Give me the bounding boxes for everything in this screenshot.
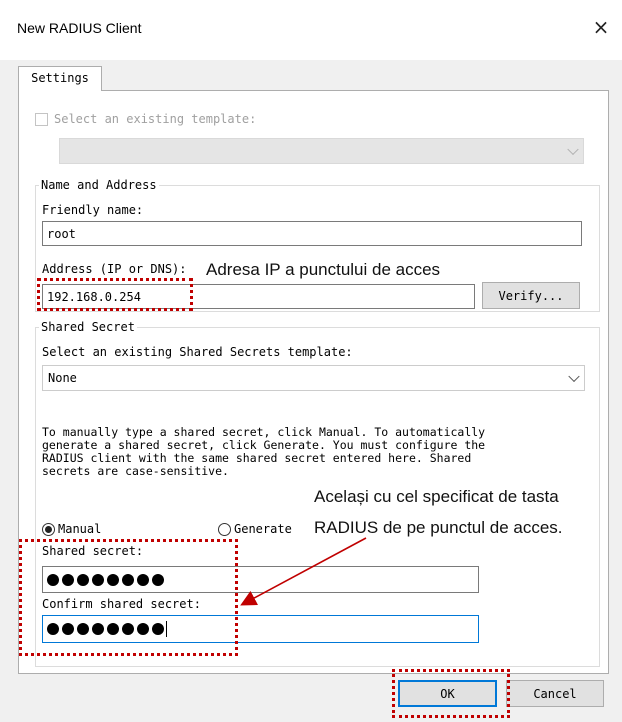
tab-settings-label: Settings xyxy=(31,71,89,85)
tab-settings[interactable]: Settings xyxy=(18,66,102,91)
annotation-arrow xyxy=(240,537,367,606)
arrow-line xyxy=(240,537,367,606)
